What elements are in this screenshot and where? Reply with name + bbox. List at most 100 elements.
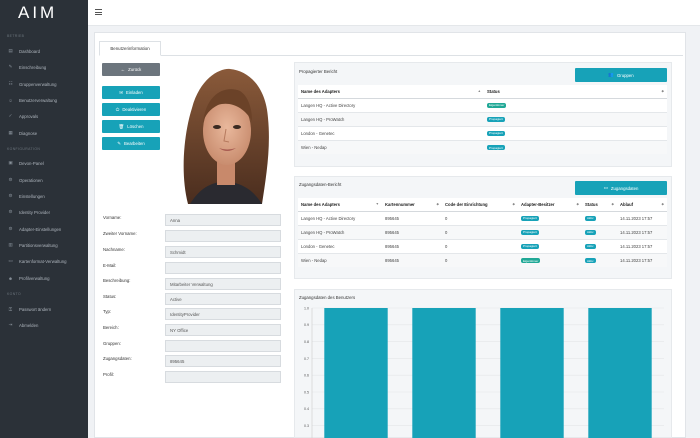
group-icon: ☷ [8, 81, 13, 86]
sidebar-item-einschreibung[interactable]: ✎ Einschreibung [0, 62, 88, 72]
sort-icon: ◆ [576, 202, 579, 206]
col-status[interactable]: Status ◆ [582, 198, 617, 212]
access-report-title: Zugangsdaten-Bericht [299, 182, 342, 187]
sidebar-item-approvals[interactable]: ✓ Approvals [0, 111, 88, 121]
access-data-chart: 1.0 0.9 0.8 0.7 0.6 0.5 0.4 0.3 [304, 306, 664, 438]
input-typ[interactable]: IdentityProvider [165, 308, 281, 320]
propagated-report-title: Propagierter Bericht [299, 69, 338, 74]
label-zweiter-vorname: Zweiter Vorname: [103, 231, 137, 236]
sidebar-section-konfiguration: KONFIGURATION [7, 147, 41, 151]
col-facility-code[interactable]: Code der Einrichtung ◆ [442, 198, 518, 212]
owner-badge: Propagiert [521, 243, 539, 249]
sidebar-item-diagnose[interactable]: ▦ Diagnose [0, 128, 88, 138]
hamburger-menu-icon[interactable] [95, 9, 102, 15]
input-email[interactable] [165, 262, 281, 274]
chart-bar[interactable] [324, 308, 388, 438]
label-zugangsdaten: Zugangsdaten: [103, 356, 132, 361]
input-zweiter-vorname[interactable] [165, 230, 281, 242]
users-icon: 👥 [608, 72, 614, 77]
chart-bar[interactable] [412, 308, 476, 438]
input-profil[interactable] [165, 371, 281, 383]
sidebar-item-partitionsverwaltung[interactable]: ▥ Partitionsverwaltung [0, 240, 88, 250]
sort-icon: ◆ [512, 202, 515, 206]
y-tick-label: 0.3 [304, 424, 309, 428]
col-adapter-name[interactable]: Name des Adapters ▲ [298, 85, 484, 99]
label-typ: Typ: [103, 309, 112, 314]
tab-divider [99, 55, 683, 56]
chart-bar[interactable] [500, 308, 564, 438]
groups-button[interactable]: 👥 Gruppen [575, 68, 667, 82]
y-tick-label: 0.9 [304, 323, 309, 327]
table-row: London - Genetec 895645 0 Propagiert Aktiv 14… [298, 238, 667, 253]
input-nachname[interactable]: Schmidt [165, 246, 281, 258]
sort-icon: ◆ [661, 202, 664, 206]
col-expiry[interactable]: Ablauf ◆ [617, 198, 667, 212]
arrow-left-icon: ← [120, 67, 126, 72]
y-tick-label: 1.0 [304, 306, 309, 310]
table-row: Langen HQ - ProWatch Propagiert [298, 111, 667, 126]
user-photo [170, 63, 281, 204]
approval-icon: ✓ [8, 113, 13, 118]
access-report-table: Name des Adapters ▼ Kartennummer ◆ Code de… [298, 198, 667, 267]
col-status[interactable]: Status ◆ [484, 85, 667, 99]
invite-button[interactable]: ✉ Einladen [102, 86, 160, 99]
card-format-icon: ▭ [8, 258, 13, 263]
sidebar-item-dashboard[interactable]: ▤ Dashboard [0, 46, 88, 56]
sidebar-item-abmelden[interactable]: ⇥ Abmelden [0, 320, 88, 330]
sidebar-item-passwort[interactable]: ⚿ Passwort ändern [0, 304, 88, 314]
table-row: Langen HQ - Active Directory Eigentümer [298, 97, 667, 112]
sort-desc-icon: ▼ [375, 202, 379, 206]
sidebar-item-einstellungen[interactable]: ⚙ Einstellungen [0, 191, 88, 201]
input-vorname[interactable]: Anna [165, 214, 281, 226]
user-icon: ☺ [8, 97, 13, 103]
y-tick-label: 0.6 [304, 374, 309, 378]
status-badge: Aktiv [585, 229, 596, 235]
y-tick-label: 0.8 [304, 340, 309, 344]
table-row: Langen HQ - ProWatch 895645 0 Propagiert Akt… [298, 224, 667, 239]
sidebar-item-kartenformat-verwaltung[interactable]: ▭ Kartenformat-Verwaltung [0, 256, 88, 266]
trash-icon: 🗑 [118, 123, 125, 129]
deactivate-button[interactable]: ⏻ Deaktivieren [102, 103, 160, 116]
delete-button[interactable]: 🗑 Löschen [102, 120, 160, 133]
col-adapter-name[interactable]: Name des Adapters ▼ [298, 198, 382, 212]
tab-benutzerinformation[interactable]: Benutzerinformation [99, 41, 161, 56]
logo-text: AIM [18, 3, 58, 22]
diagnose-icon: ▦ [8, 130, 13, 135]
status-badge: Aktiv [585, 215, 596, 221]
sidebar-item-adapter-einstellungen[interactable]: ⚙ Adapter-Einstellungen [0, 224, 88, 234]
status-badge: Propagiert [487, 130, 505, 136]
input-zugangsdaten[interactable]: 895645 [165, 355, 281, 367]
col-adapter-owner[interactable]: Adapter-Besitzer ◆ [518, 198, 582, 212]
enrollment-icon: ✎ [8, 64, 13, 69]
chart-bar[interactable] [588, 308, 652, 438]
password-icon: ⚿ [8, 306, 13, 312]
col-card-number[interactable]: Kartennummer ◆ [382, 198, 442, 212]
input-bereich[interactable]: NY Office [165, 324, 281, 336]
sidebar-item-operationen[interactable]: ⚙ Operationen [0, 175, 88, 185]
input-gruppen[interactable] [165, 340, 281, 352]
profile-icon: ☻ [8, 275, 13, 281]
partition-icon: ▥ [8, 242, 13, 247]
sidebar: AIM BETRIEB ▤ Dashboard ✎ Einschreibung ☷ G… [0, 0, 88, 438]
owner-badge: Eigentümer [521, 258, 541, 263]
table-row: Wien - Nedap 895645 0 Eigentümer Aktiv 14.11.… [298, 252, 667, 267]
back-button[interactable]: ← Zurück [102, 63, 160, 76]
table-row: Langen HQ - Active Directory 895645 0 Propa… [298, 210, 667, 225]
edit-button[interactable]: ✎ Bearbeiten [102, 137, 160, 150]
y-tick-label: 0.5 [304, 390, 309, 394]
panel-icon: ▣ [8, 160, 13, 165]
sidebar-item-identity-provider[interactable]: ⚙ Identity Provider [0, 207, 88, 217]
sidebar-item-profilverwaltung[interactable]: ☻ Profilverwaltung [0, 273, 88, 283]
table-row: Wien - Nedap Propagiert [298, 139, 667, 154]
sidebar-item-benutzerverwaltung[interactable]: ☺ Benutzerverwaltung [0, 95, 88, 105]
input-status[interactable]: Active [165, 293, 281, 305]
sidebar-item-gruppenverwaltung[interactable]: ☷ Gruppenverwaltung [0, 79, 88, 89]
sidebar-section-betrieb: BETRIEB [7, 34, 25, 38]
sidebar-item-devon-panel[interactable]: ▣ Devon-Panel [0, 158, 88, 168]
app-logo[interactable]: AIM [0, 0, 88, 26]
identity-icon: ⚙ [8, 209, 13, 214]
input-beschreibung[interactable]: Mitarbeiter Verwaltung [165, 278, 281, 290]
access-data-button[interactable]: ▭ Zugangsdaten [575, 181, 667, 195]
label-nachname: Nachname: [103, 247, 125, 252]
status-badge: Propagiert [487, 145, 505, 150]
